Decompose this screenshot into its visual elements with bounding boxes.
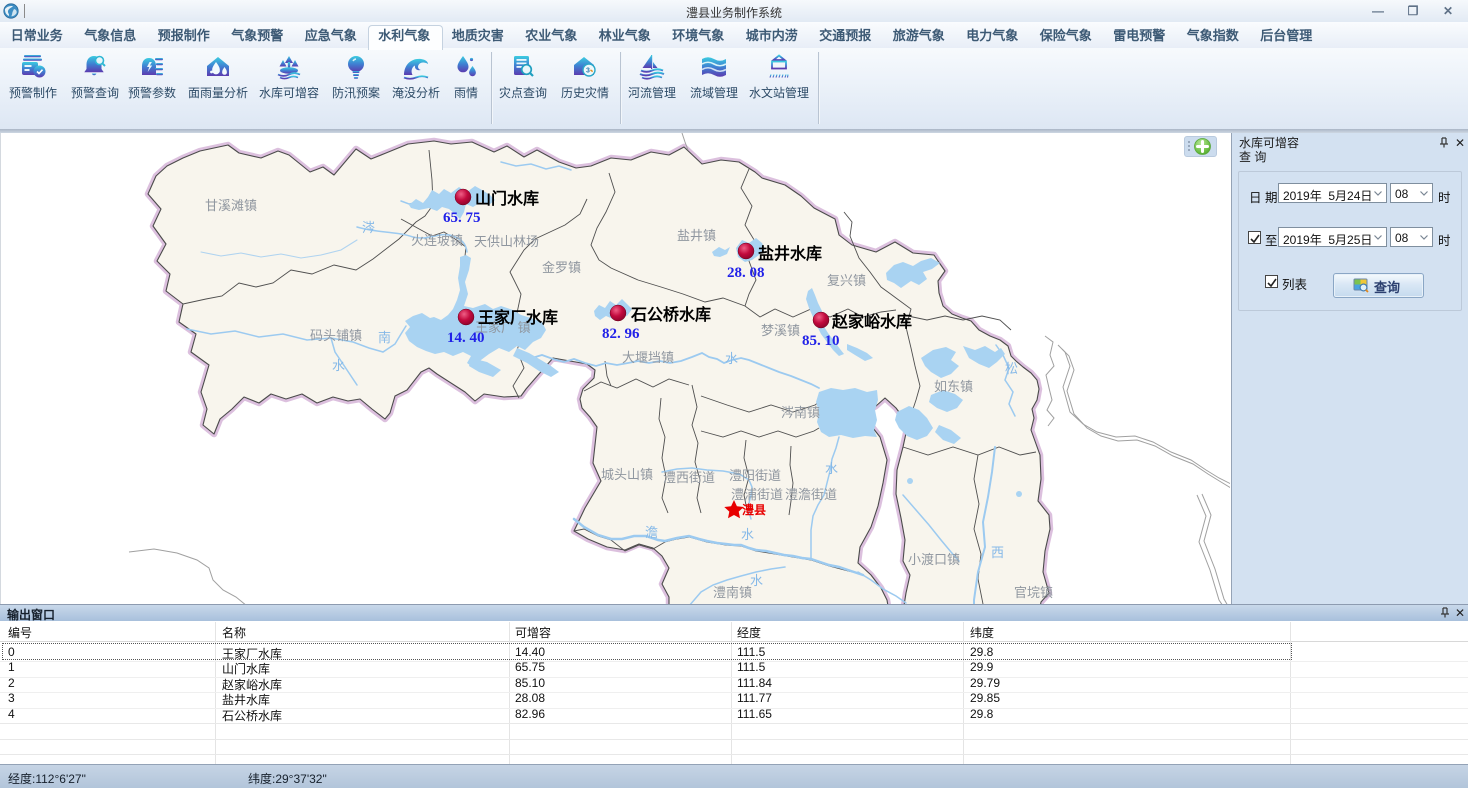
svg-text:水: 水 xyxy=(332,358,345,373)
svg-text:28. 08: 28. 08 xyxy=(727,265,765,281)
svg-text:82. 96: 82. 96 xyxy=(602,326,640,342)
svg-text:石公桥水库: 石公桥水库 xyxy=(630,305,711,324)
svg-text:官垸镇: 官垸镇 xyxy=(1014,585,1053,600)
svg-text:水: 水 xyxy=(725,351,738,366)
svg-text:梦溪镇: 梦溪镇 xyxy=(761,323,800,338)
svg-text:盐井镇: 盐井镇 xyxy=(677,228,716,243)
svg-text:天供山林场: 天供山林场 xyxy=(474,234,539,249)
svg-text:金罗镇: 金罗镇 xyxy=(542,260,581,275)
svg-text:复兴镇: 复兴镇 xyxy=(827,273,866,288)
svg-text:盐井水库: 盐井水库 xyxy=(758,244,822,263)
svg-text:涔: 涔 xyxy=(362,220,375,235)
svg-text:赵家峪水库: 赵家峪水库 xyxy=(831,312,912,331)
svg-text:澧浦街道: 澧浦街道 xyxy=(731,487,783,502)
svg-text:澹: 澹 xyxy=(645,525,658,540)
svg-text:3: 3 xyxy=(586,68,590,75)
svg-text:南: 南 xyxy=(378,330,391,345)
svg-text:西: 西 xyxy=(991,545,1004,560)
svg-text:火连坡镇: 火连坡镇 xyxy=(411,233,463,248)
svg-text:水: 水 xyxy=(825,461,838,476)
svg-text:澧县: 澧县 xyxy=(742,502,766,517)
svg-text:王家厂水库: 王家厂水库 xyxy=(478,308,558,327)
svg-text:85. 10: 85. 10 xyxy=(802,333,840,349)
svg-text:甘溪滩镇: 甘溪滩镇 xyxy=(205,198,257,213)
svg-text:城头山镇: 城头山镇 xyxy=(601,467,653,482)
svg-text:大堰垱镇: 大堰垱镇 xyxy=(622,350,674,365)
svg-text:澧阳街道: 澧阳街道 xyxy=(729,468,781,483)
svg-text:如东镇: 如东镇 xyxy=(934,379,973,394)
svg-text:14. 40: 14. 40 xyxy=(447,330,485,346)
svg-text:65. 75: 65. 75 xyxy=(443,210,481,226)
svg-text:涔南镇: 涔南镇 xyxy=(781,405,820,420)
svg-text:澧西街道: 澧西街道 xyxy=(663,470,715,485)
svg-text:水: 水 xyxy=(750,573,763,588)
svg-text:澧南镇: 澧南镇 xyxy=(713,585,752,600)
svg-text:水: 水 xyxy=(741,527,754,542)
svg-text:码头铺镇: 码头铺镇 xyxy=(310,328,362,343)
svg-text:山门水库: 山门水库 xyxy=(475,189,539,208)
svg-text:小渡口镇: 小渡口镇 xyxy=(908,552,960,567)
svg-text:澧澹街道: 澧澹街道 xyxy=(785,487,837,502)
svg-text:松: 松 xyxy=(1005,361,1018,376)
